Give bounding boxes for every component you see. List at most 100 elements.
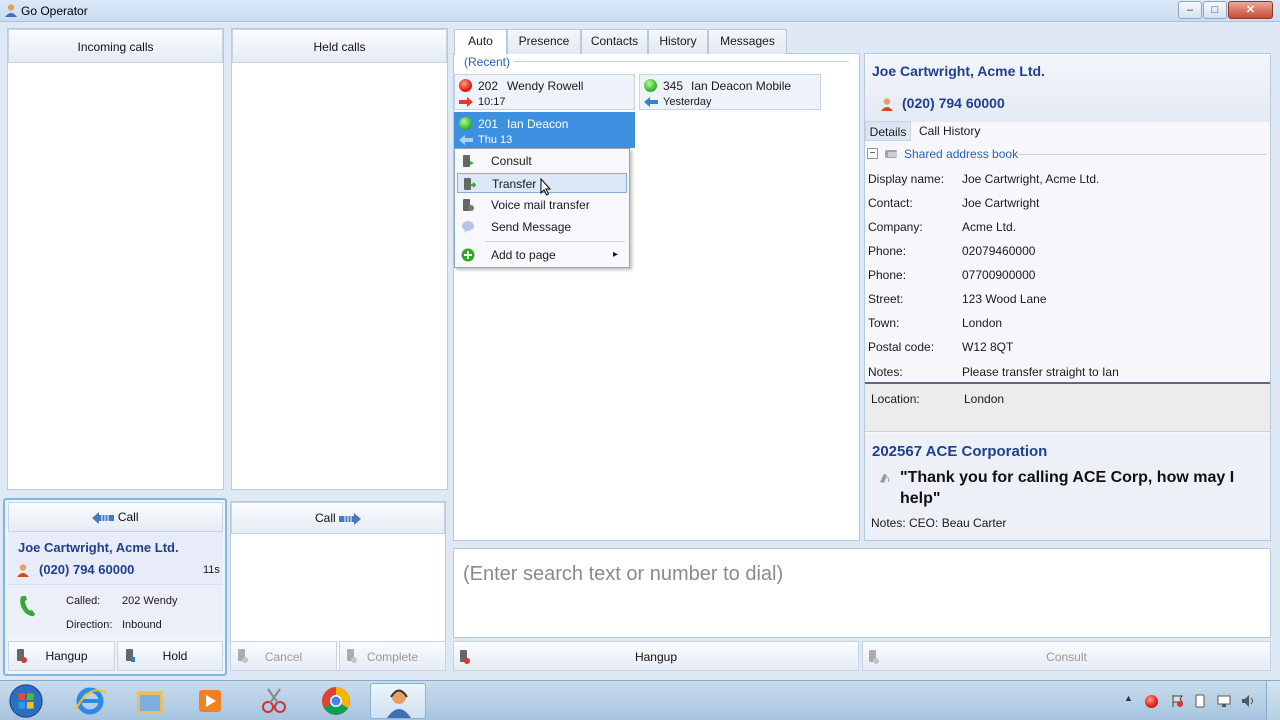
speech-icon [880,474,890,483]
menu-item-send-message[interactable]: Send Message [457,217,627,237]
field-phone-value[interactable]: 07700900000 [962,268,1035,282]
active-call-name: Joe Cartwright, Acme Ltd. [18,540,179,555]
held-calls-panel: Held calls [231,28,448,490]
card-name: Wendy Rowell [507,79,584,93]
hangup-button[interactable]: Hangup [8,641,115,671]
transfer-icon [464,178,476,190]
minimize-button[interactable]: – [1178,1,1202,19]
card-name: Ian Deacon [507,117,569,131]
field-company-value: Acme Ltd. [962,220,1017,234]
inbound-arrow-icon [644,97,658,107]
window-title: Go Operator [21,4,88,18]
menu-separator [485,241,625,242]
tray-device-icon[interactable] [1193,694,1207,708]
chrome-icon[interactable] [308,683,364,719]
contact-fields: Display name: Joe Cartwright, Acme Ltd. … [865,166,1270,382]
search-input[interactable]: (Enter search text or number to dial) [463,563,783,586]
active-call-body: Joe Cartwright, Acme Ltd. (020) 794 6000… [8,532,223,636]
voicemail-icon [463,199,474,211]
maximize-button[interactable]: □ [1203,1,1227,19]
status-available-icon [644,79,657,92]
main-consult-label: Consult [1046,650,1087,664]
tray-flag-icon[interactable] [1170,694,1184,708]
menu-item-voice-mail-transfer[interactable]: Voice mail transfer [457,195,627,215]
called-label: Called: [66,595,101,607]
tab-history[interactable]: History [648,29,708,54]
go-operator-taskbar-icon[interactable] [370,683,426,719]
call-duration: 11s [203,564,220,576]
tray-status-icon[interactable] [1145,695,1158,708]
outgoing-call-header: Call [231,502,445,534]
held-calls-header: Held calls [232,29,447,63]
complete-phone-icon [347,649,357,663]
outgoing-call-header-label: Call [314,511,336,525]
mouse-cursor-icon [540,178,552,196]
cancel-label: Cancel [264,650,303,664]
complete-button[interactable]: Complete [339,641,446,671]
hold-phone-icon [126,649,135,662]
file-explorer-icon[interactable] [122,683,178,719]
snipping-tool-icon[interactable] [246,683,302,719]
tray-volume-icon[interactable] [1241,694,1255,708]
hold-button[interactable]: Hold [117,641,223,671]
start-orb-icon[interactable] [6,682,46,720]
field-phone-label: Phone: [868,268,907,282]
contact-header: Joe Cartwright, Acme Ltd. (020) 794 6000… [865,54,1270,122]
card-extension: 201 [478,117,499,131]
field-phone-label: Phone: [868,244,907,258]
recent-contact-card[interactable]: 202 Wendy Rowell 10:17 [454,74,635,110]
hangup-label: Hangup [45,649,88,663]
close-button[interactable]: ✕ [1228,1,1273,19]
tab-presence[interactable]: Presence [507,29,581,54]
tray-monitor-icon[interactable] [1217,694,1231,708]
menu-item-consult[interactable]: Consult [457,151,627,171]
hangup-phone-icon [17,649,27,663]
tab-call-history[interactable]: Call History [919,121,980,141]
show-desktop-button[interactable] [1266,681,1280,720]
outbound-arrow-icon [459,97,473,107]
incoming-calls-header: Incoming calls [8,29,223,63]
main-hangup-label: Hangup [634,650,678,664]
consult-icon [463,155,474,167]
taskbar: ▲ [0,680,1280,720]
menu-item-label: Transfer [492,177,537,191]
recent-contact-card-selected[interactable]: 201 Ian Deacon Thu 13 [454,112,635,148]
media-player-icon[interactable] [182,683,238,719]
search-box[interactable]: (Enter search text or number to dial) [453,548,1271,638]
card-time: Thu 13 [478,134,513,146]
message-bubble-icon [462,221,474,233]
recent-label: (Recent) [464,55,511,69]
field-town-label: Town: [868,316,900,330]
recent-contact-card[interactable]: 345 Ian Deacon Mobile Yesterday [639,74,821,110]
tab-details[interactable]: Details [865,121,911,141]
main-consult-button[interactable]: Consult [862,641,1271,671]
active-call-phone: (020) 794 60000 [39,562,135,577]
tray-expand-icon[interactable]: ▲ [1124,693,1133,703]
menu-item-label: Add to page [491,248,556,262]
consult-phone-icon [869,650,879,664]
internet-explorer-icon[interactable] [62,683,118,719]
main-hangup-button[interactable]: Hangup [453,641,859,671]
location-row: Location: London [865,384,1270,432]
phone-handset-icon [20,596,35,617]
field-phone-value[interactable]: 02079460000 [962,244,1035,258]
inbound-arrow-icon [459,135,473,145]
field-company-label: Company: [868,220,923,234]
contact-name: Joe Cartwright, Acme Ltd. [872,63,1045,79]
direction-value: Inbound [122,619,162,631]
address-book-icon [885,150,897,158]
cancel-button[interactable]: Cancel [230,641,337,671]
field-postal-code-label: Postal code: [868,340,935,354]
context-menu: Consult Transfer Voice mail transfer Sen… [454,148,630,268]
active-call-panel[interactable]: Call Joe Cartwright, Acme Ltd. (020) 794… [3,498,227,676]
field-contact-value: Joe Cartwright [962,196,1040,210]
tab-messages[interactable]: Messages [708,29,787,54]
active-call-header: Call [8,502,223,532]
complete-label: Complete [366,650,419,664]
tab-contacts[interactable]: Contacts [581,29,648,54]
tab-auto[interactable]: Auto [454,29,507,55]
menu-item-add-to-page[interactable]: Add to page ▸ [457,245,627,265]
title-bar: Go Operator – □ ✕ [0,0,1280,22]
collapse-toggle-icon[interactable]: − [867,148,878,159]
menu-item-label: Voice mail transfer [491,198,590,212]
